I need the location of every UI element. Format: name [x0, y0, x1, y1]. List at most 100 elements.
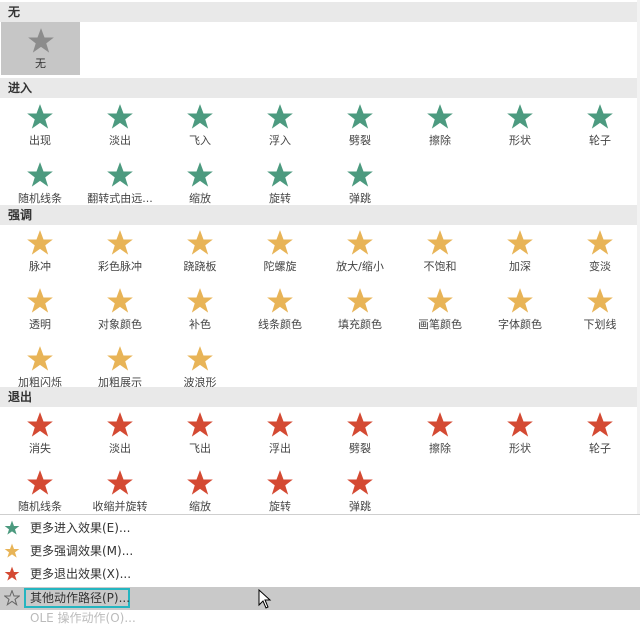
star-icon — [267, 162, 293, 187]
effect-label: 劈裂 — [349, 442, 371, 455]
star-icon — [107, 162, 133, 187]
more-emphasis-effects[interactable]: 更多强调效果(M)... — [0, 540, 640, 563]
star-icon — [587, 230, 613, 255]
more-entrance-effects[interactable]: 更多进入效果(E)... — [0, 517, 640, 540]
effect-label: 轮子 — [589, 134, 611, 147]
effect-emphasis-1[interactable]: 彩色脉冲 — [80, 225, 160, 283]
effect-label: 形状 — [509, 442, 531, 455]
star-icon — [187, 230, 213, 255]
effect-emphasis-5[interactable]: 不饱和 — [400, 225, 480, 283]
effect-entrance-7[interactable]: 轮子 — [560, 99, 640, 157]
star-icon — [347, 470, 373, 495]
effect-emphasis-8[interactable]: 透明 — [0, 283, 80, 341]
effect-exit-3[interactable]: 浮出 — [240, 407, 320, 465]
effect-label: 浮出 — [269, 442, 291, 455]
star-icon — [587, 104, 613, 129]
effect-entrance-3[interactable]: 浮入 — [240, 99, 320, 157]
star-icon — [187, 162, 213, 187]
star-icon — [27, 104, 53, 129]
effect-label: 擦除 — [429, 442, 451, 455]
effect-exit-2[interactable]: 飞出 — [160, 407, 240, 465]
star-icon — [507, 288, 533, 313]
star-icon — [347, 162, 373, 187]
star-icon — [427, 412, 453, 437]
effect-exit-6[interactable]: 形状 — [480, 407, 560, 465]
effect-emphasis-2[interactable]: 跷跷板 — [160, 225, 240, 283]
effect-label: 补色 — [189, 318, 211, 331]
effect-label: 变淡 — [589, 260, 611, 273]
effect-emphasis-0[interactable]: 脉冲 — [0, 225, 80, 283]
effect-label: 缩放 — [189, 500, 211, 513]
effect-label: 弹跳 — [349, 192, 371, 205]
effect-label: 出现 — [29, 134, 51, 147]
star-icon — [187, 470, 213, 495]
more-effects-menu: 更多进入效果(E)... 更多强调效果(M)... 更多退出效果(X)... 其… — [0, 514, 640, 626]
star-icon — [4, 520, 20, 535]
effect-exit-0[interactable]: 消失 — [0, 407, 80, 465]
star-icon — [27, 28, 54, 53]
star-icon — [427, 104, 453, 129]
more-exit-effects[interactable]: 更多退出效果(X)... — [0, 563, 640, 586]
mouse-cursor-icon — [258, 589, 272, 609]
effect-exit-7[interactable]: 轮子 — [560, 407, 640, 465]
effect-emphasis-15[interactable]: 下划线 — [560, 283, 640, 341]
star-icon — [267, 412, 293, 437]
effect-entrance-6[interactable]: 形状 — [480, 99, 560, 157]
effect-exit-1[interactable]: 淡出 — [80, 407, 160, 465]
star-icon — [507, 412, 533, 437]
effect-label: 透明 — [29, 318, 51, 331]
star-icon — [107, 230, 133, 255]
effect-label: 旋转 — [269, 500, 291, 513]
effect-label: 陀螺旋 — [263, 260, 297, 273]
effect-entrance-2[interactable]: 飞入 — [160, 99, 240, 157]
star-icon — [187, 346, 213, 371]
star-icon — [27, 346, 53, 371]
effect-entrance-0[interactable]: 出现 — [0, 99, 80, 157]
effect-entrance-1[interactable]: 淡出 — [80, 99, 160, 157]
effect-exit-4[interactable]: 劈裂 — [320, 407, 400, 465]
effect-label: 无 — [35, 57, 46, 70]
effect-emphasis-6[interactable]: 加深 — [480, 225, 560, 283]
effect-emphasis-4[interactable]: 放大/缩小 — [320, 225, 400, 283]
effect-entrance-5[interactable]: 擦除 — [400, 99, 480, 157]
star-icon — [267, 104, 293, 129]
effect-entrance-4[interactable]: 劈裂 — [320, 99, 400, 157]
effect-label: 随机线条 — [18, 192, 62, 205]
effect-label: 飞出 — [189, 442, 211, 455]
effect-label: 字体颜色 — [498, 318, 542, 331]
effect-label: 淡出 — [109, 442, 131, 455]
effect-exit-5[interactable]: 擦除 — [400, 407, 480, 465]
star-icon — [27, 412, 53, 437]
effect-label: 翻转式由远... — [87, 192, 153, 205]
star-icon — [587, 288, 613, 313]
effect-none[interactable]: 无 — [1, 22, 80, 75]
effect-label: 加深 — [509, 260, 531, 273]
effect-emphasis-11[interactable]: 线条颜色 — [240, 283, 320, 341]
effect-emphasis-13[interactable]: 画笔颜色 — [400, 283, 480, 341]
effect-label: 消失 — [29, 442, 51, 455]
effect-label: 下划线 — [583, 318, 617, 331]
star-icon — [347, 104, 373, 129]
effect-label: 对象颜色 — [98, 318, 142, 331]
effect-emphasis-10[interactable]: 补色 — [160, 283, 240, 341]
more-motion-paths[interactable]: 其他动作路径(P)... — [0, 587, 640, 610]
star-icon — [267, 230, 293, 255]
effect-label: 劈裂 — [349, 134, 371, 147]
effect-label: 飞入 — [189, 134, 211, 147]
star-icon — [27, 162, 53, 187]
effect-emphasis-9[interactable]: 对象颜色 — [80, 283, 160, 341]
star-icon — [27, 470, 53, 495]
effect-emphasis-14[interactable]: 字体颜色 — [480, 283, 560, 341]
star-icon — [347, 230, 373, 255]
effect-emphasis-12[interactable]: 填充颜色 — [320, 283, 400, 341]
effect-emphasis-7[interactable]: 变淡 — [560, 225, 640, 283]
star-outline-icon — [4, 590, 20, 606]
effect-label: 淡出 — [109, 134, 131, 147]
effect-label: 不饱和 — [423, 260, 457, 273]
effect-label: 轮子 — [589, 442, 611, 455]
section-header-exit: 退出 — [0, 387, 640, 407]
effect-label: 浮入 — [269, 134, 291, 147]
ole-action-verbs[interactable]: OLE 操作动作(O)... — [0, 611, 640, 626]
effect-emphasis-3[interactable]: 陀螺旋 — [240, 225, 320, 283]
star-icon — [587, 412, 613, 437]
